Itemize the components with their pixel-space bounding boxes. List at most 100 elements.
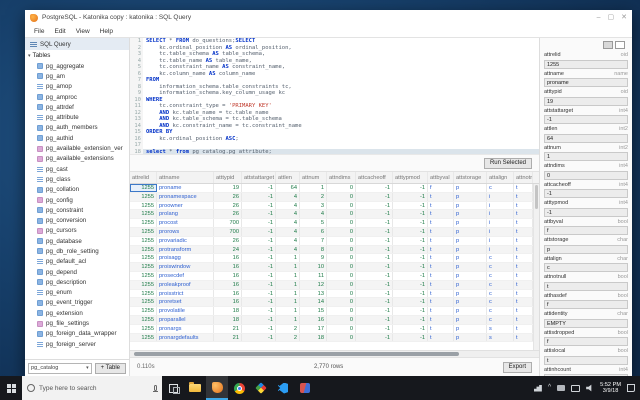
- menu-edit[interactable]: Edit: [54, 28, 65, 35]
- cell[interactable]: -1: [242, 254, 276, 263]
- cell[interactable]: 1: [276, 280, 300, 289]
- field-value-input[interactable]: t: [544, 355, 628, 365]
- cell[interactable]: 1255: [130, 298, 157, 307]
- cell[interactable]: 26: [214, 192, 242, 201]
- cell[interactable]: t: [428, 333, 454, 342]
- cell[interactable]: -1: [393, 236, 428, 245]
- close-button[interactable]: ✕: [621, 10, 627, 25]
- sidebar-table-pg_description[interactable]: pg_description: [25, 277, 129, 287]
- file-explorer-button[interactable]: [184, 376, 206, 400]
- cell[interactable]: -1: [242, 280, 276, 289]
- cell[interactable]: i: [487, 245, 514, 254]
- scroll-thumb[interactable]: [535, 185, 538, 209]
- cell[interactable]: 0: [327, 245, 356, 254]
- column-header-attalign[interactable]: attalign: [487, 172, 514, 183]
- cell[interactable]: t: [514, 210, 533, 219]
- cell[interactable]: 10: [300, 263, 327, 271]
- cell[interactable]: 0: [327, 298, 356, 307]
- cell[interactable]: p: [454, 324, 487, 333]
- sidebar-table-pg_depend[interactable]: pg_depend: [25, 267, 129, 277]
- cell[interactable]: 12: [300, 280, 327, 289]
- hidden-icons-caret[interactable]: ^: [548, 383, 551, 393]
- cell[interactable]: t: [514, 201, 533, 210]
- cell[interactable]: p: [454, 289, 487, 298]
- cell[interactable]: t: [428, 227, 454, 236]
- cell[interactable]: 0: [327, 324, 356, 333]
- cell[interactable]: -1: [242, 236, 276, 245]
- cell[interactable]: -1: [356, 245, 393, 254]
- titlebar[interactable]: PostgreSQL - Katonika copy : katonika : …: [25, 10, 632, 25]
- cell[interactable]: i: [487, 201, 514, 210]
- cell[interactable]: 16: [214, 289, 242, 298]
- grid-row[interactable]: 1255 procost 700 -1 4 5 0 -1 -1 t p i t: [130, 219, 539, 228]
- column-header-attnum[interactable]: attnum: [300, 172, 327, 183]
- sidebar-table-pg_class[interactable]: pg_class: [25, 174, 129, 184]
- grid-row[interactable]: 1255 proowner 26 -1 4 3 0 -1 -1 t p i t: [130, 201, 539, 211]
- cell[interactable]: t: [514, 333, 533, 342]
- sidebar-table-pg_database[interactable]: pg_database: [25, 236, 129, 246]
- cell[interactable]: t: [428, 245, 454, 254]
- field-value-input[interactable]: proname: [544, 78, 628, 87]
- sidebar-table-pg_file_settings[interactable]: pg_file_settings: [25, 318, 129, 328]
- run-selected-button[interactable]: Run Selected: [483, 157, 532, 169]
- field-value-input[interactable]: f: [544, 300, 628, 309]
- cell[interactable]: 1255: [130, 219, 157, 227]
- cell[interactable]: p: [454, 201, 487, 210]
- cell[interactable]: t: [428, 192, 454, 201]
- cell[interactable]: 18: [300, 333, 327, 342]
- column-header-attnotnull[interactable]: attnotnull: [514, 172, 533, 183]
- sidebar-table-pg_authid[interactable]: pg_authid: [25, 133, 129, 143]
- cell[interactable]: -1: [393, 307, 428, 315]
- grid-row[interactable]: 1255 prolang 26 -1 4 4 0 -1 -1 t p i t: [130, 210, 539, 220]
- column-header-attrelid[interactable]: attrelid: [130, 172, 157, 183]
- cell[interactable]: p: [454, 333, 487, 342]
- cell[interactable]: -1: [242, 263, 276, 271]
- cell[interactable]: 0: [327, 210, 356, 219]
- cell[interactable]: -1: [356, 184, 393, 192]
- cell[interactable]: t: [428, 298, 454, 307]
- tray-app-icon[interactable]: [557, 385, 566, 391]
- start-button[interactable]: [0, 376, 22, 400]
- cell[interactable]: t: [428, 263, 454, 271]
- cell[interactable]: -1: [393, 201, 428, 210]
- grid-row[interactable]: 1255 proleakproof 16 -1 1 12 0 -1 -1 t p c t: [130, 280, 539, 290]
- cell[interactable]: -1: [393, 227, 428, 236]
- cell[interactable]: -1: [393, 210, 428, 219]
- cell[interactable]: -1: [242, 219, 276, 227]
- cell[interactable]: 21: [214, 333, 242, 342]
- sidebar-table-pg_aggregate[interactable]: pg_aggregate: [25, 61, 129, 71]
- grid-row[interactable]: 1255 proisagg 16 -1 1 9 0 -1 -1 t p c t: [130, 254, 539, 264]
- cell[interactable]: provolatile: [157, 307, 214, 315]
- cell[interactable]: 1255: [130, 307, 157, 315]
- cell[interactable]: 0: [327, 315, 356, 324]
- sidebar-table-pg_extension[interactable]: pg_extension: [25, 308, 129, 318]
- cell[interactable]: -1: [356, 219, 393, 227]
- cell[interactable]: t: [514, 263, 533, 271]
- cell[interactable]: -1: [242, 271, 276, 280]
- cell[interactable]: 64: [276, 184, 300, 192]
- cell[interactable]: c: [487, 315, 514, 324]
- grid-horizontal-scrollbar[interactable]: [130, 350, 539, 357]
- sidebar-table-pg_conversion[interactable]: pg_conversion: [25, 215, 129, 225]
- cell[interactable]: c: [487, 263, 514, 271]
- cell[interactable]: p: [454, 307, 487, 315]
- field-value-input[interactable]: f: [544, 226, 628, 235]
- cell[interactable]: 11: [300, 271, 327, 280]
- cell[interactable]: 4: [300, 210, 327, 219]
- cell[interactable]: 2: [300, 192, 327, 201]
- cell[interactable]: -1: [393, 280, 428, 289]
- cell[interactable]: 4: [276, 227, 300, 236]
- cell[interactable]: 24: [214, 245, 242, 254]
- cell[interactable]: 16: [214, 271, 242, 280]
- grid-row[interactable]: 1255 proretset 16 -1 1 14 0 -1 -1 t p c t: [130, 298, 539, 308]
- cell[interactable]: -1: [242, 298, 276, 307]
- cell[interactable]: -1: [393, 219, 428, 227]
- split-view-left-toggle[interactable]: [603, 40, 613, 49]
- grid-vertical-scrollbar[interactable]: [533, 184, 539, 350]
- cell[interactable]: c: [487, 298, 514, 307]
- cell[interactable]: -1: [356, 192, 393, 201]
- cell[interactable]: 26: [214, 236, 242, 245]
- diamond-app-button[interactable]: [250, 376, 272, 400]
- add-table-button[interactable]: + Table: [94, 362, 126, 374]
- performance-tray-icon[interactable]: [533, 384, 542, 392]
